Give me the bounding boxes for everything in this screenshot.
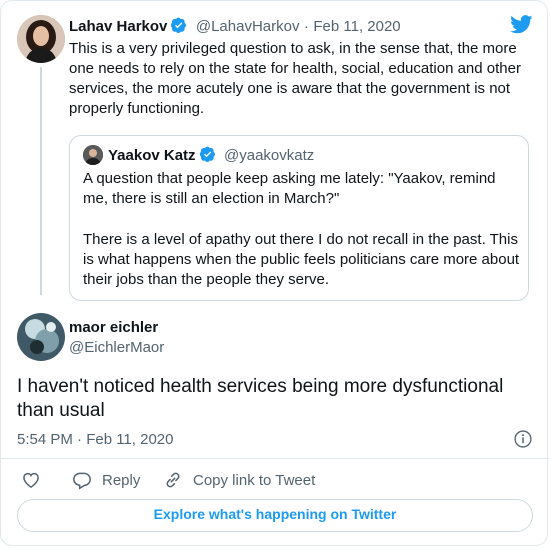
reply-author-name[interactable]: maor eichler — [69, 319, 158, 336]
separator: · — [303, 18, 309, 35]
avatar-photo — [83, 145, 103, 165]
avatar-lahav-harkov[interactable] — [17, 15, 65, 63]
divider — [1, 458, 549, 459]
verified-badge-icon — [171, 17, 187, 33]
quoted-tweet-text-2: There is a level of apathy out there I d… — [83, 231, 520, 288]
original-tweet-text: This is a very privileged question to as… — [69, 40, 521, 117]
tweet-embed-card: Lahav Harkov @LahavHarkov · Feb 11, 2020… — [0, 0, 549, 546]
quoted-tweet-header: Yaakov Katz @yaakovkatz — [108, 146, 314, 165]
author-name[interactable]: Lahav Harkov — [69, 18, 167, 35]
avatar-photo — [17, 15, 65, 63]
author-handle[interactable]: @LahavHarkov — [196, 18, 300, 35]
avatar-yaakov-katz — [83, 145, 103, 165]
twitter-bird-icon[interactable] — [510, 15, 533, 34]
quoted-tweet-text-1: A question that people keep asking me la… — [83, 170, 496, 207]
info-icon[interactable] — [513, 429, 533, 449]
reply-author-handle[interactable]: @EichlerMaor — [69, 339, 164, 356]
heart-icon[interactable] — [21, 470, 41, 490]
reply-label: Reply — [102, 471, 141, 489]
explore-twitter-button[interactable]: Explore what's happening on Twitter — [17, 499, 533, 532]
copy-link-button[interactable]: Copy link to Tweet — [163, 470, 315, 490]
avatar-photo — [17, 313, 65, 361]
copy-link-label: Copy link to Tweet — [193, 471, 316, 489]
reply-button[interactable]: Reply — [72, 470, 140, 490]
reply-icon — [73, 472, 91, 490]
reply-tweet-text: I haven't noticed health services being … — [17, 376, 504, 421]
tweet-date[interactable]: Feb 11, 2020 — [313, 18, 400, 35]
verified-badge-icon — [199, 146, 215, 162]
avatar-maor-eichler[interactable] — [17, 313, 65, 361]
original-tweet-header: Lahav Harkov @LahavHarkov · Feb 11, 2020 — [69, 17, 401, 36]
reply-timestamp[interactable]: 5:54 PM · Feb 11, 2020 — [17, 431, 173, 448]
quoted-author-name: Yaakov Katz — [108, 147, 196, 164]
thread-line — [40, 67, 42, 295]
quoted-author-handle: @yaakovkatz — [224, 147, 315, 164]
link-icon — [166, 472, 180, 488]
